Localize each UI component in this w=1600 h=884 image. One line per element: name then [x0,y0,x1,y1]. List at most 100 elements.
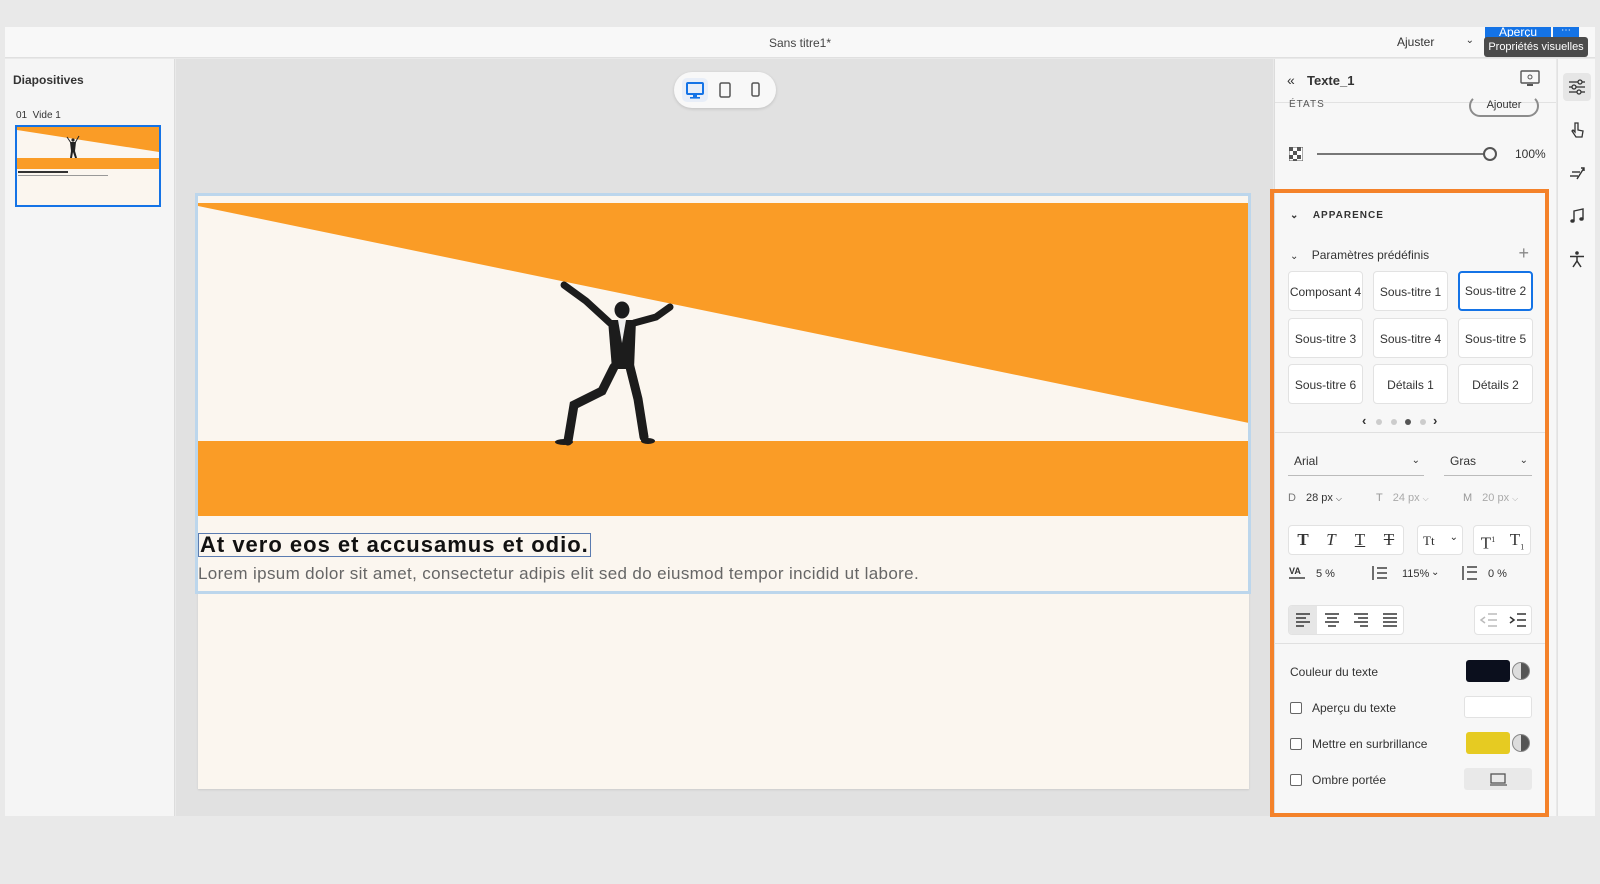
music-note-icon [1570,208,1584,223]
color-picker-icon[interactable] [1512,734,1530,752]
chevron-down-icon: ⌵ [1512,494,1519,503]
accessibility-button[interactable] [1563,245,1591,273]
hero-image[interactable] [198,203,1249,516]
chevron-left-icon[interactable]: ‹ [1362,413,1366,428]
desktop-size-tag: D [1288,492,1296,504]
subscript-icon[interactable]: T1 [1503,526,1531,554]
opacity-control: 100% [1289,139,1546,169]
zoom-select[interactable]: Ajuster ⌄ [1392,30,1480,54]
divider [1274,643,1545,644]
text-preview-checkbox[interactable] [1290,702,1302,714]
preset-sous-titre-5[interactable]: Sous-titre 5 [1458,318,1533,358]
font-family-select[interactable]: Arial ⌄ [1288,450,1424,476]
appearance-section: ⌄ APPARENCE ⌄ Paramètres prédéfinis + Co… [1270,189,1549,817]
device-switcher [674,72,776,108]
tablet-view-button[interactable] [712,78,738,102]
text-preview-label: Aperçu du texte [1312,701,1397,715]
chevron-down-icon: ⌄ [1411,455,1420,466]
preset-sous-titre-4[interactable]: Sous-titre 4 [1373,318,1448,358]
visual-properties-button[interactable] [1563,73,1591,101]
appearance-header[interactable]: ⌄ APPARENCE [1290,210,1384,221]
hero-illustration [198,203,1249,516]
slide-thumbnail[interactable] [15,125,161,207]
accessibility-icon [1570,251,1584,268]
slide-thumbnail-image [17,127,159,205]
add-state-button[interactable]: Ajouter [1469,95,1539,117]
text-color-label: Couleur du texte [1290,665,1379,679]
highlight-checkbox[interactable] [1290,738,1302,750]
mobile-view-button[interactable] [742,78,768,102]
shadow-icon [1490,773,1507,786]
chevron-down-icon: ⌄ [1449,532,1458,543]
opacity-value[interactable]: 100% [1515,147,1546,161]
pager-dot[interactable] [1391,419,1397,425]
line-spacing-icon [1372,566,1387,580]
align-left-icon[interactable] [1289,606,1317,634]
mobile-icon [751,82,760,97]
desktop-size-value: 28 px [1305,492,1333,504]
character-spacing-value[interactable]: 5 % [1316,568,1335,580]
monitor-icon[interactable] [1520,70,1540,88]
slide-body-text[interactable]: Lorem ipsum dolor sit amet, consectetur … [198,564,919,584]
preset-sous-titre-6[interactable]: Sous-titre 6 [1288,364,1363,404]
color-picker-icon[interactable] [1512,662,1530,680]
pager-dot-active[interactable] [1405,419,1411,425]
preset-sous-titre-3[interactable]: Sous-titre 3 [1288,318,1363,358]
animation-icon [1570,167,1585,180]
indent-icon[interactable] [1504,606,1532,634]
states-label: ÉTATS [1289,99,1325,110]
preset-sous-titre-2[interactable]: Sous-titre 2 [1458,271,1533,311]
opacity-slider-track[interactable] [1317,153,1487,155]
audio-button[interactable] [1563,202,1591,230]
collapse-panel-icon[interactable]: « [1287,72,1295,88]
preset-details-2[interactable]: Détails 2 [1458,364,1533,404]
superscript-icon[interactable]: T1 [1474,526,1502,554]
chevron-down-icon: ⌄ [1290,251,1299,262]
underline-icon[interactable]: T [1346,526,1374,554]
desktop-view-button[interactable] [682,78,708,102]
preset-details-1[interactable]: Détails 1 [1373,364,1448,404]
preset-composant-4[interactable]: Composant 4 [1288,271,1363,311]
chevron-down-icon: ⌵ [1422,494,1429,503]
highlight-color-swatch[interactable] [1466,732,1510,754]
outdent-icon[interactable] [1475,606,1503,634]
appearance-label: APPARENCE [1312,210,1384,221]
text-preview-box[interactable] [1464,696,1532,718]
slides-panel: Diapositives 01 Vide 1 [5,59,175,816]
drop-shadow-row: Ombre portée [1290,773,1386,787]
pager-dot[interactable] [1376,419,1382,425]
mobile-font-size[interactable]: M 20 px ⌵ [1463,492,1518,504]
alignment-group [1288,605,1404,635]
interactions-button[interactable] [1563,116,1591,144]
divider [1274,432,1545,433]
add-preset-icon[interactable]: + [1518,243,1529,264]
chevron-right-icon[interactable]: › [1433,413,1437,428]
presets-header[interactable]: ⌄ Paramètres prédéfinis [1290,248,1429,262]
desktop-font-size[interactable]: D 28 px ⌵ [1288,492,1342,504]
align-right-icon[interactable] [1347,606,1375,634]
text-color-swatch[interactable] [1466,660,1510,682]
bold-icon[interactable]: T [1289,526,1317,554]
tablet-icon [719,82,731,98]
align-center-icon[interactable] [1318,606,1346,634]
italic-icon[interactable]: T [1317,526,1345,554]
opacity-slider-handle[interactable] [1483,147,1497,161]
indent-group [1474,605,1532,635]
line-spacing-value[interactable]: 115% [1402,568,1429,580]
preset-sous-titre-1[interactable]: Sous-titre 1 [1373,271,1448,311]
right-icon-rail [1557,59,1595,816]
pager-dot[interactable] [1420,419,1426,425]
strikethrough-icon[interactable]: T [1375,526,1403,554]
paragraph-spacing-value[interactable]: 0 % [1488,568,1507,580]
text-case-select[interactable]: Tt ⌄ [1417,525,1463,555]
font-weight-value: Gras [1450,454,1477,468]
font-weight-select[interactable]: Gras ⌄ [1444,450,1532,476]
chevron-down-icon[interactable]: ⌄ [1431,567,1439,578]
chevron-down-icon: ⌄ [1519,455,1528,466]
drop-shadow-checkbox[interactable] [1290,774,1302,786]
slide-heading[interactable]: At vero eos et accusamus et odio. [198,533,591,557]
drop-shadow-button[interactable] [1464,768,1532,790]
align-justify-icon[interactable] [1376,606,1404,634]
tablet-font-size[interactable]: T 24 px ⌵ [1376,492,1429,504]
animations-button[interactable] [1563,159,1591,187]
